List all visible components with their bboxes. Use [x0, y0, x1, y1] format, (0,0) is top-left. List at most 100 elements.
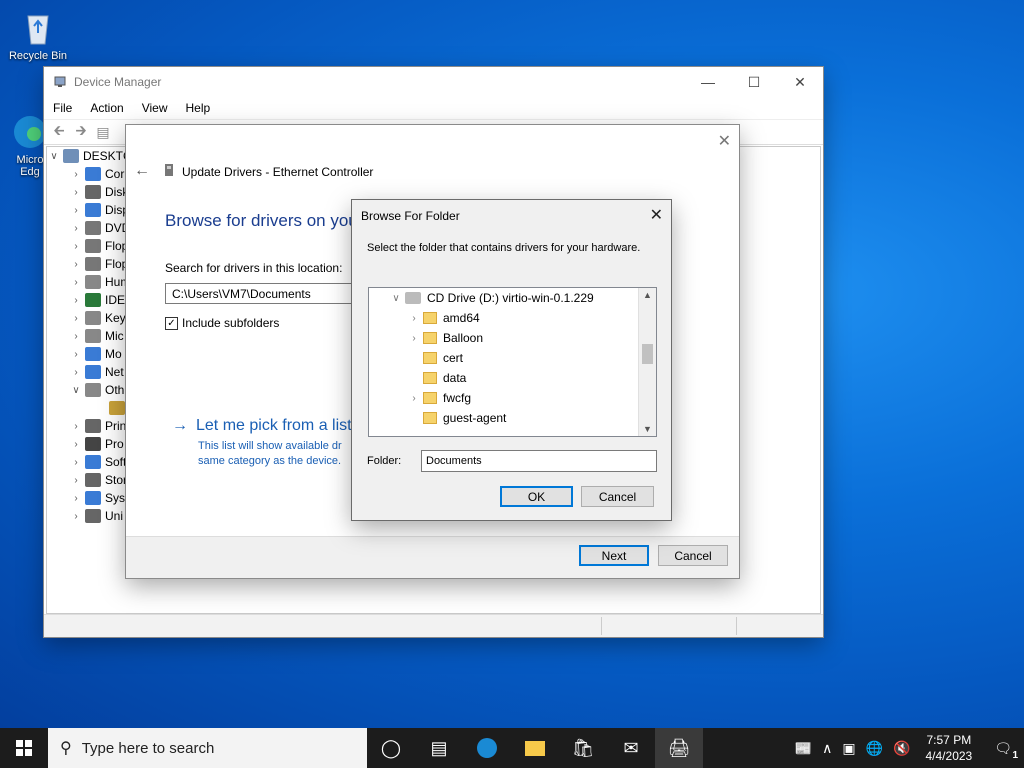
chevron-right-icon[interactable]: › [69, 241, 83, 252]
chevron-right-icon[interactable]: › [69, 511, 83, 522]
folder-icon [423, 352, 437, 364]
chevron-right-icon[interactable]: › [69, 475, 83, 486]
taskbar-search[interactable]: ⚲ Type here to search [48, 728, 367, 768]
ok-button[interactable]: OK [500, 486, 573, 507]
edge-taskbar-icon[interactable] [463, 728, 511, 768]
news-icon[interactable]: 📰 [790, 740, 817, 757]
menu-action[interactable]: Action [81, 101, 132, 115]
cancel-button[interactable]: Cancel [658, 545, 728, 566]
volume-muted-icon[interactable]: 🔇 [888, 740, 915, 757]
description-line: same category as the device. [198, 455, 342, 467]
browse-message: Select the folder that contains drivers … [367, 242, 641, 254]
cd-drive-icon [405, 292, 421, 304]
folder-scrollbar[interactable]: ▲ ▼ [638, 288, 656, 436]
cortana-icon[interactable]: ◯ [367, 728, 415, 768]
chevron-down-icon[interactable]: ∨ [387, 293, 405, 304]
scroll-up-icon[interactable]: ▲ [639, 290, 656, 300]
device-category-label: Net [105, 365, 124, 379]
chevron-right-icon[interactable]: › [69, 367, 83, 378]
chevron-right-icon[interactable]: › [405, 313, 423, 324]
start-button[interactable] [0, 728, 48, 768]
forward-arrow-icon[interactable]: 🡲 [72, 122, 90, 140]
chevron-right-icon[interactable]: › [69, 205, 83, 216]
device-manager-icon [54, 75, 68, 89]
device-category-icon [85, 473, 101, 487]
folder-icon [423, 412, 437, 424]
clock-date: 4/4/2023 [925, 749, 973, 763]
include-subfolders-checkbox[interactable]: ✓ Include subfolders [165, 316, 279, 330]
chevron-down-icon[interactable]: ∨ [69, 385, 83, 396]
folder-row[interactable]: › Balloon [369, 328, 656, 348]
close-button[interactable]: ✕ [777, 67, 823, 97]
folder-label: Folder: [367, 455, 402, 467]
chevron-right-icon[interactable]: › [69, 259, 83, 270]
browse-for-folder-dialog: Browse For Folder ✕ Select the folder th… [352, 200, 671, 520]
device-category-icon [85, 437, 101, 451]
folder-row[interactable]: › fwcfg [369, 388, 656, 408]
menu-view[interactable]: View [133, 101, 177, 115]
folder-input[interactable]: Documents [421, 450, 657, 472]
status-bar [44, 614, 823, 637]
device-manager-taskbar-icon[interactable]: 🖨 [655, 728, 703, 768]
device-category-label: Soft [105, 455, 127, 469]
mail-icon[interactable]: ✉ [607, 728, 655, 768]
scroll-thumb[interactable] [642, 344, 653, 364]
chevron-up-icon[interactable]: ∧ [817, 740, 837, 757]
chevron-right-icon[interactable]: › [69, 349, 83, 360]
chevron-right-icon[interactable]: › [69, 331, 83, 342]
folder-row[interactable]: cert [369, 348, 656, 368]
chevron-right-icon[interactable]: › [69, 169, 83, 180]
folder-icon [423, 372, 437, 384]
chevron-right-icon[interactable]: › [69, 223, 83, 234]
folder-row[interactable]: data [369, 368, 656, 388]
network-icon[interactable]: 🌐 [861, 740, 888, 757]
cancel-button[interactable]: Cancel [581, 486, 654, 507]
chevron-right-icon[interactable]: › [405, 393, 423, 404]
chevron-right-icon[interactable]: › [69, 493, 83, 504]
file-explorer-icon[interactable] [511, 728, 559, 768]
chevron-right-icon[interactable]: › [69, 187, 83, 198]
device-category-label: Mo [105, 347, 122, 361]
store-icon[interactable]: 🛍 [559, 728, 607, 768]
checkmark-icon[interactable]: ✓ [165, 316, 178, 330]
menu-file[interactable]: File [44, 101, 81, 115]
pick-from-list-link[interactable]: → Let me pick from a list [172, 417, 352, 435]
back-arrow-icon[interactable]: ← [134, 162, 150, 180]
folder-row[interactable]: › amd64 [369, 308, 656, 328]
drive-row[interactable]: ∨ CD Drive (D:) virtio-win-0.1.229 [369, 288, 656, 308]
menu-help[interactable]: Help [177, 101, 220, 115]
back-arrow-icon[interactable]: 🡰 [50, 122, 68, 140]
chevron-down-icon[interactable]: ∨ [47, 151, 61, 162]
meet-icon[interactable]: ▣ [837, 740, 860, 757]
status-separator [601, 617, 602, 635]
device-category-icon [109, 401, 125, 415]
chevron-right-icon[interactable]: › [69, 295, 83, 306]
chevron-right-icon[interactable]: › [69, 439, 83, 450]
close-icon[interactable]: ✕ [650, 205, 663, 225]
close-icon[interactable]: ✕ [718, 131, 731, 151]
system-tray: 📰 ∧ ▣ 🌐 🔇 7:57 PM 4/4/2023 🗨 1 [790, 728, 1024, 768]
next-button[interactable]: Next [579, 545, 649, 566]
notification-count: 1 [1012, 749, 1018, 761]
device-category-icon [85, 455, 101, 469]
clock[interactable]: 7:57 PM 4/4/2023 [916, 732, 983, 764]
maximize-button[interactable]: ☐ [731, 67, 777, 97]
chevron-right-icon[interactable]: › [69, 421, 83, 432]
chevron-right-icon[interactable]: › [69, 457, 83, 468]
search-icon: ⚲ [60, 740, 72, 757]
chevron-right-icon[interactable]: › [69, 313, 83, 324]
task-view-icon[interactable]: ▤ [415, 728, 463, 768]
folder-icon [423, 312, 437, 324]
notifications-icon[interactable]: 🗨 1 [982, 740, 1024, 761]
recycle-bin-shortcut[interactable]: Recycle Bin [0, 8, 76, 62]
device-manager-titlebar[interactable]: Device Manager — ☐ ✕ [44, 67, 823, 97]
folder-row[interactable]: guest-agent [369, 408, 656, 428]
chevron-right-icon[interactable]: › [405, 333, 423, 344]
arrow-right-icon: → [172, 417, 188, 434]
chevron-right-icon[interactable]: › [69, 277, 83, 288]
scroll-down-icon[interactable]: ▼ [639, 424, 656, 434]
device-category-label: Syst [105, 491, 129, 505]
device-category-label: Prin [105, 419, 127, 433]
properties-icon[interactable]: ▤ [94, 124, 112, 140]
minimize-button[interactable]: — [685, 67, 731, 97]
